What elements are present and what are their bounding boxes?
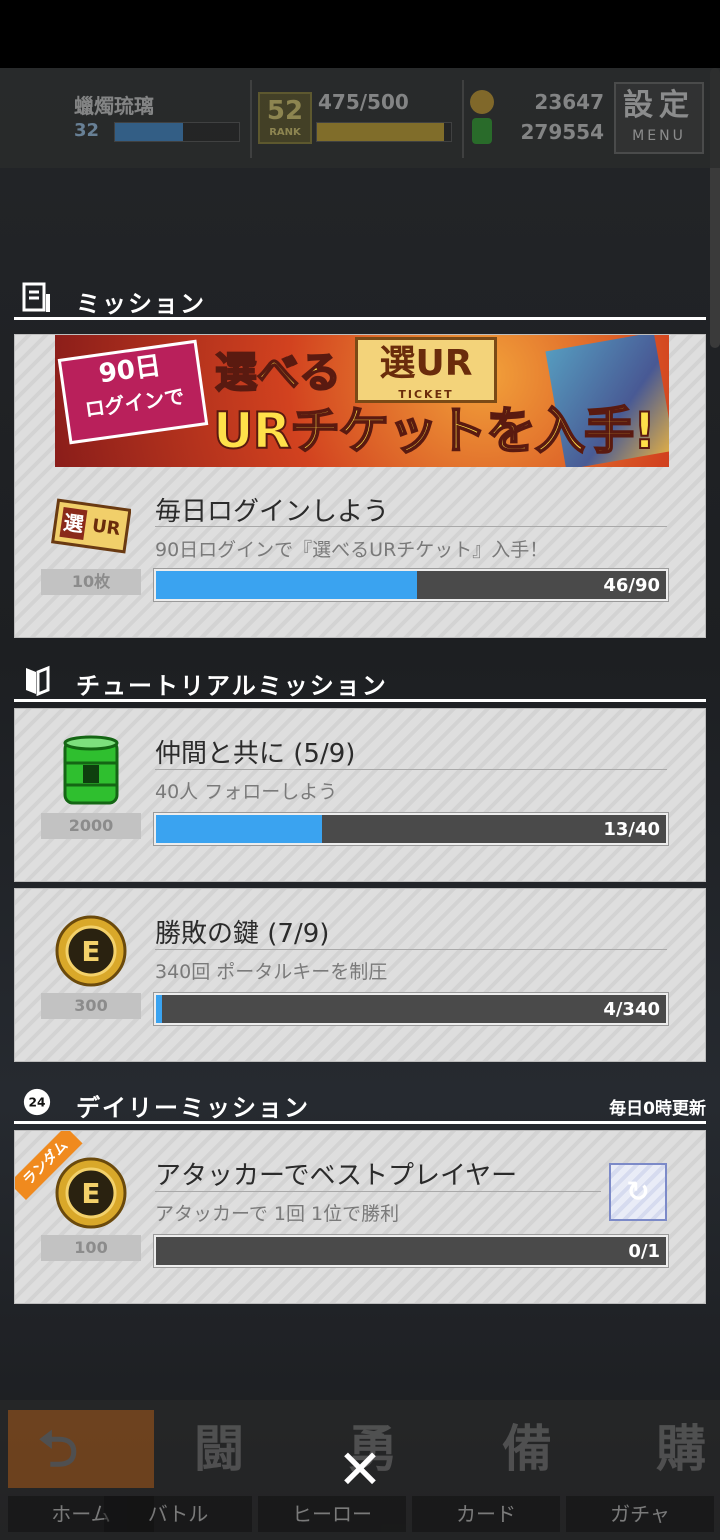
- book-icon: [26, 665, 50, 696]
- mission-card-daily[interactable]: ランダム E アタッカーでベストプレイヤー アタッカーで 1回 1位で勝利 ↻ …: [14, 1130, 706, 1304]
- section-header-tutorial: チュートリアルミッション: [14, 662, 706, 702]
- mission-subtitle: 340回 ポータルキーを制圧: [155, 961, 388, 983]
- mission-title: 勝敗の鍵 (7/9): [155, 919, 330, 949]
- title-underline: [155, 769, 667, 770]
- progress-bar: 4/340: [153, 992, 669, 1026]
- nav-label: ガチャ: [566, 1496, 714, 1532]
- svg-text:E: E: [81, 935, 100, 968]
- status-bar: [0, 0, 720, 68]
- ur-ticket-icon: 選 UR: [51, 498, 131, 554]
- progress-text: 46/90: [603, 575, 660, 596]
- svg-text:UR: UR: [91, 515, 122, 540]
- section-underline: [14, 1121, 706, 1124]
- title-underline: [155, 949, 667, 950]
- svg-text:選: 選: [62, 510, 85, 537]
- nav-kanji: 闘: [194, 1420, 244, 1478]
- menu-kanji: 設定: [623, 88, 695, 123]
- mission-subtitle: アタッカーで 1回 1位で勝利: [155, 1203, 400, 1225]
- reset-note: 毎日0時更新: [609, 1099, 706, 1119]
- coin-count: 23647: [534, 90, 604, 114]
- coin-icon: [470, 90, 494, 114]
- rank-badge: 52 RANK: [258, 92, 312, 144]
- refresh-icon: ↻: [626, 1175, 650, 1208]
- reward-amount: 2000: [41, 813, 141, 839]
- reward-amount: 100: [41, 1235, 141, 1261]
- promo-banner[interactable]: 90日 ログインで 選べる 選UR TICKET URチケットを入手!: [55, 335, 669, 467]
- progress-bar: 46/90: [153, 568, 669, 602]
- mission-title: 毎日ログインしよう: [155, 497, 390, 527]
- divider: [250, 80, 252, 158]
- menu-button[interactable]: 設定 MENU: [614, 82, 704, 154]
- rank-value: 52: [266, 96, 304, 126]
- banner-headline-2: URチケットを入手!: [212, 401, 657, 461]
- gem-icon: [472, 118, 492, 144]
- title-underline: [155, 1191, 601, 1192]
- stamina-bar: [316, 122, 452, 142]
- nav-gacha[interactable]: 購 ガチャ: [566, 1410, 714, 1532]
- gem-count: 279554: [520, 120, 605, 144]
- progress-fill: [156, 815, 322, 843]
- banner-ticket-kanji: 選UR: [379, 343, 473, 384]
- rank-label: RANK: [269, 127, 301, 138]
- section-title: チュートリアルミッション: [76, 672, 388, 700]
- section-underline: [14, 699, 706, 702]
- gold-coin-icon: E: [55, 1157, 127, 1229]
- mission-title: アタッカーでベストプレイヤー: [155, 1161, 518, 1191]
- mission-card-portal[interactable]: E 勝敗の鍵 (7/9) 340回 ポータルキーを制圧 300 4/340: [14, 888, 706, 1062]
- section-title: デイリーミッション: [76, 1094, 310, 1122]
- banner-tag: 90日 ログインで: [57, 339, 209, 445]
- close-icon: ✕: [337, 1438, 383, 1501]
- section-header-mission: ミッション: [14, 280, 706, 320]
- stamina-value: 475/500: [318, 90, 409, 114]
- nav-card[interactable]: 備 カード: [412, 1410, 560, 1532]
- clock-24-icon: 24: [23, 1088, 51, 1116]
- nav-kanji: 購: [656, 1420, 706, 1478]
- progress-bar: 13/40: [153, 812, 669, 846]
- title-underline: [155, 526, 667, 527]
- mission-title: 仲間と共に (5/9): [155, 739, 356, 769]
- gold-coin-icon: E: [55, 915, 127, 987]
- progress-text: 13/40: [603, 819, 660, 840]
- svg-text:24: 24: [29, 1096, 46, 1110]
- green-canister-icon: [63, 735, 119, 805]
- reroll-button[interactable]: ↻: [609, 1163, 667, 1221]
- progress-bar: 0/1: [153, 1234, 669, 1268]
- nav-battle[interactable]: 闘 バトル: [104, 1410, 252, 1532]
- reward-amount: 300: [41, 993, 141, 1019]
- mission-subtitle: 40人 フォローしよう: [155, 781, 338, 803]
- svg-text:E: E: [81, 1177, 100, 1210]
- section-title: ミッション: [76, 290, 206, 318]
- player-name: 蠟燭琉璃: [74, 94, 154, 118]
- close-button[interactable]: ✕: [334, 1443, 386, 1497]
- exp-bar: [114, 122, 240, 142]
- nav-kanji: 備: [502, 1420, 552, 1478]
- progress-fill: [156, 995, 163, 1023]
- section-header-daily: 24 デイリーミッション 毎日0時更新: [14, 1084, 706, 1124]
- mission-card-follow[interactable]: 仲間と共に (5/9) 40人 フォローしよう 2000 13/40: [14, 708, 706, 882]
- progress-text: 0/1: [628, 1241, 660, 1262]
- menu-label: MENU: [632, 128, 686, 144]
- document-icon: [22, 282, 50, 312]
- divider: [462, 80, 464, 158]
- mission-subtitle: 90日ログインで『選べるURチケット』入手！: [155, 539, 549, 561]
- nav-label: ヒーロー: [258, 1496, 406, 1532]
- nav-label: バトル: [104, 1496, 252, 1532]
- reward-amount: 10枚: [41, 569, 141, 595]
- nav-label: カード: [412, 1496, 560, 1532]
- progress-text: 4/340: [603, 999, 660, 1020]
- progress-fill: [156, 571, 417, 599]
- player-level: 32: [74, 120, 100, 141]
- section-underline: [14, 317, 706, 320]
- mission-card-login[interactable]: 90日 ログインで 選べる 選UR TICKET URチケットを入手! 選 UR…: [14, 334, 706, 638]
